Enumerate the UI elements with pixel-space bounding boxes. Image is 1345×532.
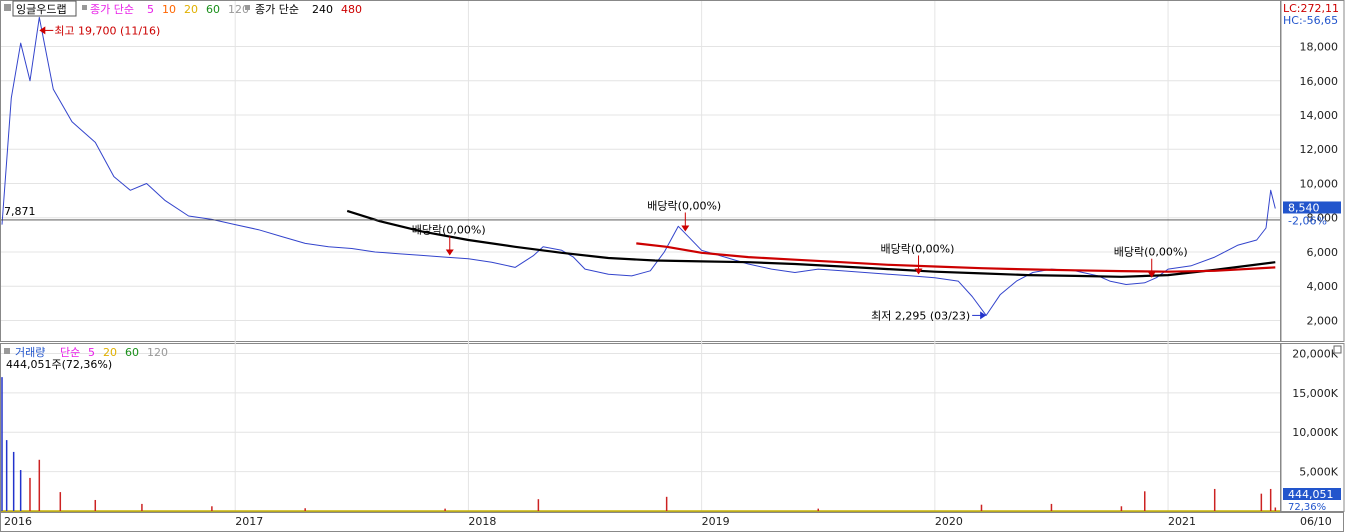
volume-tick-label: 20,000K [1292,347,1338,360]
legend-period: 20 [184,3,198,16]
ma2-legend-marker-icon [245,5,250,10]
price-tick-label: 14,000 [1300,109,1339,122]
x-tick-label: 2017 [235,515,263,528]
legend-handle-icon[interactable] [4,4,11,11]
high-marker: 최고 19,700 (11/16) [39,24,160,37]
low-marker: 최저 2,295 (03/23) [871,309,987,322]
volume-panel-collapse-icon[interactable] [1333,345,1342,354]
current-change-value: -2,06% [1288,214,1327,227]
volume-tick-label: 10,000K [1292,426,1338,439]
x-tick-label: 2019 [702,515,730,528]
legend-period: 60 [206,3,220,16]
legend-period: 60 [125,346,139,359]
price-tick-label: 4,000 [1307,280,1339,293]
x-tick-label-last: 06/10 [1300,515,1332,528]
x-tick-label: 2018 [468,515,496,528]
x-tick-label: 2021 [1168,515,1196,528]
current-volume-pct: 72,36% [1288,502,1326,513]
price-tick-label: 12,000 [1300,143,1339,156]
price-tick-label: 6,000 [1307,246,1339,259]
volume-current: 444,051주(72,36%) [6,358,112,371]
volume-tick-label: 15,000K [1292,387,1338,400]
low-label: 최저 2,295 (03/23) [871,309,970,322]
ma-legend-label: 종가 단순 [90,3,134,16]
x-tick-label: 2016 [4,515,32,528]
price-tick-label: 2,000 [1307,314,1339,327]
hc-value: HC:-56,65 [1283,14,1338,27]
volume-tick-label: 5,000K [1299,466,1338,479]
volume-panel-frame [0,343,1281,512]
high-label: 최고 19,700 (11/16) [54,24,160,37]
dividend-annotation: 배당락(0,00%) [647,199,721,212]
ma-legend-marker-icon [82,5,87,10]
ma2-legend-label: 종가 단순 [255,3,299,16]
price-panel-frame [0,0,1281,342]
dividend-annotation: 배당락(0,00%) [881,242,955,255]
legend-period: 10 [162,3,176,16]
legend-period: 480 [341,3,362,16]
legend-period: 120 [147,346,168,359]
stock-chart: 2,0004,0006,0008,00010,00012,00014,00016… [0,0,1345,532]
volume-legend-handle-icon[interactable] [4,348,10,354]
left-price-label: 7,871 [4,205,36,218]
price-tick-label: 18,000 [1300,41,1339,54]
dividend-annotation: 배당락(0,00%) [412,223,486,236]
price-tick-label: 16,000 [1300,75,1339,88]
stock-name: 잉글우드랩 [16,3,67,16]
current-volume-value: 444,051 [1288,488,1334,501]
current-price-value: 8,540 [1288,201,1320,214]
x-axis-panel [0,512,1344,532]
legend-period: 5 [147,3,154,16]
legend-period: 240 [312,3,333,16]
dividend-annotation: 배당락(0,00%) [1114,246,1188,259]
x-tick-label: 2020 [935,515,963,528]
price-tick-label: 10,000 [1300,177,1339,190]
